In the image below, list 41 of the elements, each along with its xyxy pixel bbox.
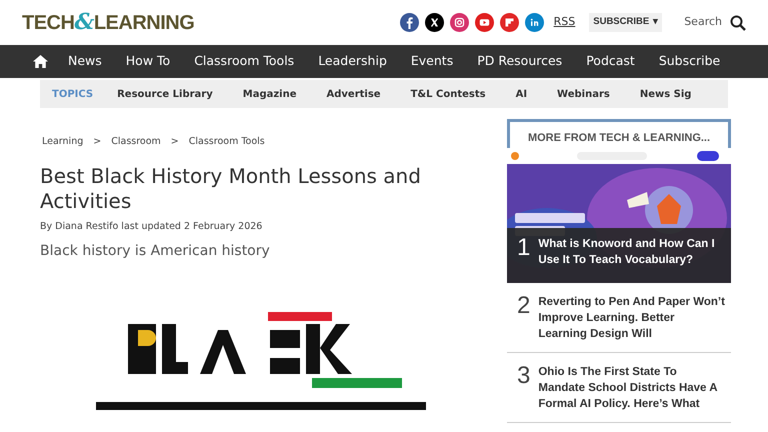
topic-link[interactable]: Webinars — [557, 86, 610, 102]
subscribe-button[interactable]: SUBSCRIBE ▾ — [589, 13, 662, 32]
article-title: Best Black History Month Lessons and Activities — [40, 164, 422, 214]
breadcrumb-link[interactable]: Learning — [42, 135, 84, 150]
rss-link[interactable]: RSS — [554, 14, 576, 31]
flipboard-icon[interactable] — [500, 13, 519, 32]
facebook-icon[interactable] — [400, 13, 419, 32]
breadcrumb-separator: > — [93, 135, 102, 149]
breadcrumb-link[interactable]: Classroom Tools — [188, 135, 265, 150]
nav-link[interactable]: How To — [114, 52, 182, 71]
article-link[interactable]: 2 Reverting to Pen And Paper Won’t Improve Learning. Better Learning Design Will — [507, 283, 731, 353]
nav-link[interactable]: Subscribe — [646, 52, 732, 71]
nav-link[interactable]: Leadership — [306, 52, 399, 71]
standfirst: Black history is American history — [40, 242, 271, 260]
search-button[interactable]: Search — [684, 14, 746, 31]
nav-link[interactable]: News — [56, 52, 114, 71]
topics-label: TOPICS — [52, 88, 94, 102]
youtube-icon[interactable] — [474, 13, 494, 32]
article-number: 1 — [517, 236, 530, 263]
nav-link[interactable]: PD Resources — [465, 52, 574, 71]
topic-link[interactable]: AI — [516, 86, 528, 102]
topic-link[interactable]: News Sig — [640, 86, 692, 102]
nav-link[interactable]: Podcast — [574, 52, 647, 71]
breadcrumb-link[interactable]: Classroom — [111, 135, 161, 150]
breadcrumb-separator: > — [170, 135, 179, 149]
byline: By Diana Restifo last updated 2 February 2026 — [40, 220, 264, 234]
article-link[interactable]: 3 Ohio Is The First State To Mandate School Districts Have A Formal AI Policy. Here’s What — [507, 353, 731, 423]
topic-link[interactable]: Resource Library — [117, 86, 213, 102]
article-title: What is Knoword and How Can I Use It To Teach Vocabulary? — [538, 237, 716, 268]
topic-link[interactable]: Advertise — [326, 86, 381, 102]
logo[interactable]: TECH&LEARNING — [22, 6, 194, 39]
search-icon — [730, 14, 746, 30]
home-icon[interactable] — [33, 55, 48, 68]
nav-link[interactable]: Classroom Tools — [182, 52, 306, 71]
instagram-icon[interactable] — [450, 13, 469, 32]
featured-article-link[interactable]: 1 What is Knoword and How Can I Use It To Teach Vocabulary? — [507, 148, 731, 283]
nav-link[interactable]: Events — [398, 52, 466, 71]
x-icon[interactable] — [424, 13, 444, 32]
topic-link[interactable]: T&L Contests — [410, 86, 486, 102]
topic-link[interactable]: Magazine — [242, 86, 297, 102]
linkedin-icon[interactable] — [524, 13, 544, 32]
